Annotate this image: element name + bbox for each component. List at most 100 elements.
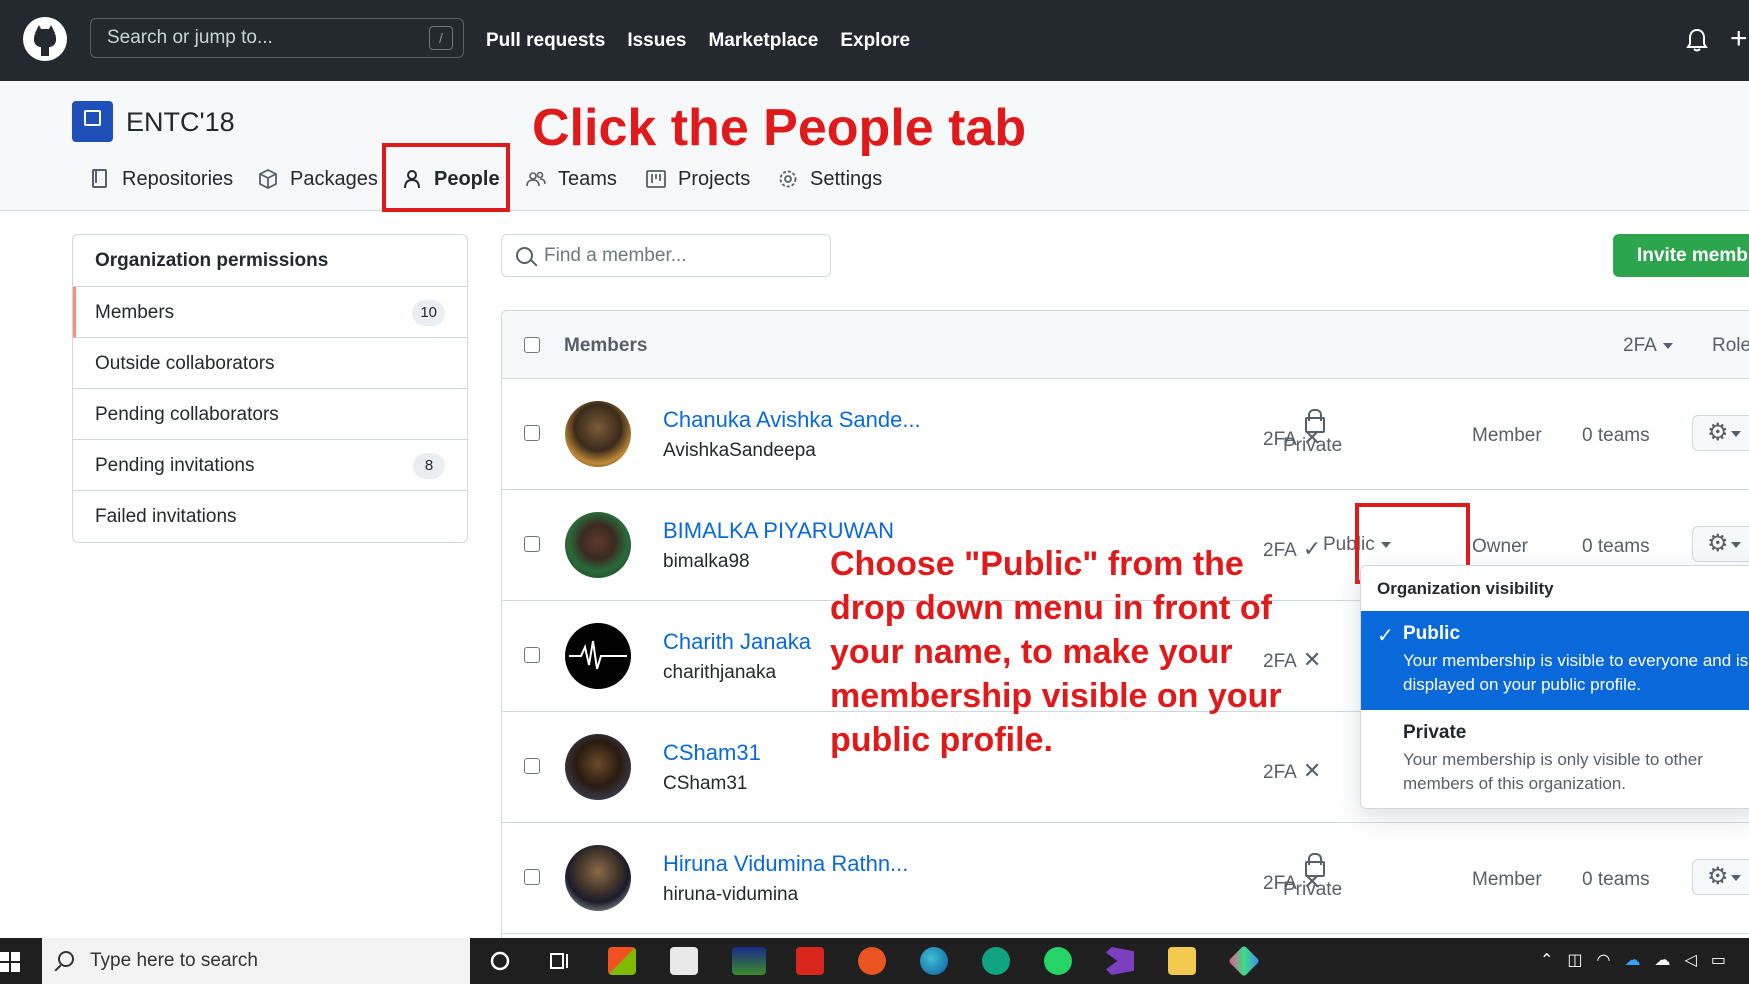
avatar[interactable] [565, 401, 631, 467]
member-teams[interactable]: 0 teams [1582, 425, 1650, 447]
task-view-icon[interactable] [546, 947, 574, 975]
org-avatar[interactable] [72, 101, 113, 142]
app-icon[interactable] [1228, 945, 1260, 977]
taskbar-search-placeholder: Type here to search [90, 950, 258, 971]
cortana-icon[interactable] [486, 947, 514, 975]
tab-teams[interactable]: Teams [526, 164, 617, 194]
x-icon: ✕ [1302, 758, 1322, 783]
twofa-filter-dropdown[interactable]: 2FA [1623, 335, 1673, 357]
member-teams[interactable]: 0 teams [1582, 536, 1650, 558]
people-tab-highlight-box [382, 143, 510, 212]
member-settings-button[interactable]: ⚙ [1692, 526, 1749, 562]
row-checkbox[interactable] [524, 425, 540, 441]
gear-icon: ⚙ [1707, 530, 1729, 557]
sidebar-item-pending-invitations[interactable]: Pending invitations 8 [73, 440, 467, 491]
cloud-icon[interactable]: ☁ [1655, 950, 1671, 970]
sidebar-item-failed-invitations[interactable]: Failed invitations [73, 491, 467, 542]
annotation-title: Click the People tab [532, 99, 1027, 157]
whatsapp-icon[interactable] [1044, 947, 1072, 975]
matlab-icon[interactable] [732, 947, 766, 975]
row-checkbox[interactable] [524, 869, 540, 885]
member-login: charithjanaka [663, 662, 777, 683]
find-member-placeholder: Find a member... [544, 244, 687, 266]
windows-start-icon[interactable] [0, 952, 20, 972]
sidebar-item-label: Outside collaborators [95, 353, 275, 374]
visibility-option-public[interactable]: ✓ Public Your membership is visible to e… [1361, 611, 1749, 710]
select-all-checkbox[interactable] [524, 337, 540, 353]
chevron-down-icon [1730, 541, 1741, 548]
system-tray: ⌃ ◫ ◠ ☁ ☁ ◁ ▭ [1540, 950, 1726, 970]
nav-explore[interactable]: Explore [840, 30, 910, 52]
chatgpt-icon[interactable] [982, 947, 1010, 975]
notifications-bell-icon[interactable] [1686, 28, 1708, 52]
avatar[interactable] [565, 512, 631, 578]
option-description: Your membership is visible to everyone a… [1403, 651, 1749, 694]
display-icon[interactable]: ▭ [1711, 950, 1726, 970]
visual-studio-icon[interactable] [1106, 947, 1134, 975]
windows-taskbar: Type here to search ⌃ ◫ ◠ ☁ ☁ ◁ ▭ [0, 938, 1749, 984]
member-teams[interactable]: 0 teams [1582, 869, 1650, 891]
sidebar-item-outside-collaborators[interactable]: Outside collaborators [73, 338, 467, 389]
meet-now-icon[interactable]: ◫ [1567, 950, 1582, 970]
nav-marketplace[interactable]: Marketplace [708, 30, 818, 52]
global-search-input[interactable]: Search or jump to... / [90, 18, 464, 58]
create-new-plus-icon[interactable]: + [1730, 24, 1748, 54]
row-checkbox[interactable] [524, 758, 540, 774]
chevron-down-icon [1730, 874, 1741, 881]
avatar[interactable] [565, 623, 631, 689]
chevron-down-icon [1730, 430, 1741, 437]
edge-icon[interactable] [920, 947, 948, 975]
gear-icon: ⚙ [1707, 419, 1729, 446]
visibility-menu-heading: Organization visibility [1377, 579, 1554, 598]
member-name-link[interactable]: BIMALKA PIYARUWAN [663, 518, 894, 544]
microsoft-store-icon[interactable] [608, 947, 636, 975]
invite-member-button[interactable]: Invite memb [1613, 234, 1749, 277]
people-icon [526, 171, 546, 187]
nav-pull-requests[interactable]: Pull requests [486, 30, 605, 52]
member-name-link[interactable]: Charith Janaka [663, 629, 811, 655]
sidebar-item-pending-collaborators[interactable]: Pending collaborators [73, 389, 467, 440]
table-row: Chanuka Avishka Sande... AvishkaSandeepa… [502, 379, 1749, 490]
tab-settings[interactable]: Settings [778, 164, 882, 194]
file-explorer-icon[interactable] [1168, 947, 1196, 975]
tab-packages[interactable]: Packages [258, 164, 378, 194]
check-icon: ✓ [1377, 625, 1394, 647]
find-member-input[interactable]: Find a member... [501, 234, 831, 277]
member-login: hiruna-vidumina [663, 884, 799, 905]
members-count-badge: 10 [412, 300, 445, 326]
global-search-placeholder: Search or jump to... [107, 27, 273, 48]
project-icon [646, 170, 666, 188]
wifi-icon[interactable]: ◠ [1597, 950, 1611, 970]
twofa-filter-label: 2FA [1623, 335, 1657, 356]
member-name-link[interactable]: Chanuka Avishka Sande... [663, 407, 921, 433]
tab-projects[interactable]: Projects [646, 164, 750, 194]
onedrive-icon[interactable]: ☁ [1625, 950, 1641, 970]
row-checkbox[interactable] [524, 647, 540, 663]
row-checkbox[interactable] [524, 536, 540, 552]
avatar[interactable] [565, 845, 631, 911]
lock-icon [1304, 409, 1325, 433]
ubuntu-icon[interactable] [858, 947, 886, 975]
option-title: Public [1403, 623, 1461, 644]
member-login: bimalka98 [663, 551, 750, 572]
visibility-option-private[interactable]: Private Your membership is only visible … [1361, 710, 1749, 808]
github-logo-icon[interactable] [23, 17, 67, 61]
acrobat-icon[interactable] [796, 947, 824, 975]
taskbar-search-input[interactable]: Type here to search [42, 938, 470, 984]
avatar[interactable] [565, 734, 631, 800]
sidebar-item-members[interactable]: Members 10 [73, 287, 467, 338]
member-settings-button[interactable]: ⚙ [1692, 859, 1749, 895]
volume-icon[interactable]: ◁ [1685, 950, 1697, 970]
nav-issues[interactable]: Issues [627, 30, 686, 52]
member-name-link[interactable]: Hiruna Vidumina Rathn... [663, 851, 908, 877]
org-name[interactable]: ENTC'18 [126, 107, 235, 138]
role-filter-dropdown[interactable]: Role [1712, 335, 1749, 357]
calculator-icon[interactable] [670, 947, 698, 975]
member-settings-button[interactable]: ⚙ [1692, 415, 1749, 451]
tab-repositories[interactable]: Repositories [90, 164, 233, 194]
option-title: Private [1403, 722, 1467, 743]
member-name-link[interactable]: CSham31 [663, 740, 761, 766]
chevron-up-icon[interactable]: ⌃ [1540, 950, 1553, 970]
visibility-label: Private [1283, 435, 1343, 456]
members-table-header: Members 2FA Role [502, 311, 1749, 379]
